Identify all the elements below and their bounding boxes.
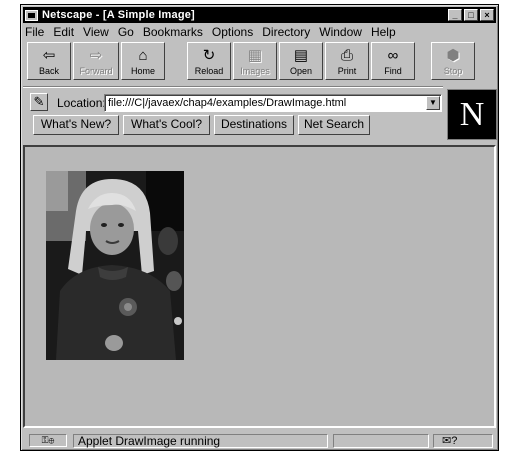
forward-arrow-icon: ⇨ (89, 47, 103, 64)
maximize-button[interactable]: □ (464, 9, 478, 21)
status-bar: ⚿⊕ Applet DrawImage running ✉? (23, 433, 496, 449)
netscape-app-icon[interactable] (25, 9, 38, 21)
menu-bar: File Edit View Go Bookmarks Options Dire… (25, 25, 494, 39)
security-key-icon[interactable]: ⚿⊕ (29, 434, 67, 447)
chevron-down-icon: ▼ (429, 98, 437, 107)
printer-icon: ⎙ (340, 47, 353, 64)
net-search-button[interactable]: Net Search (298, 115, 370, 135)
images-button[interactable]: ▦ Images (233, 42, 277, 80)
house-icon: ⌂ (138, 47, 148, 64)
back-arrow-icon: ⇦ (42, 47, 56, 64)
images-icon: ▦ (247, 47, 263, 64)
find-button[interactable]: ∞ Find (371, 42, 415, 80)
location-label: Location: (57, 96, 106, 110)
bookmark-page-icon[interactable]: ✎ (30, 93, 48, 111)
title-bar[interactable]: Netscape - [A Simple Image] _ □ × (23, 7, 496, 23)
menu-help[interactable]: Help (371, 25, 396, 39)
location-input[interactable]: file:///C|/javaex/chap4/examples/DrawIma… (104, 94, 442, 112)
mail-icon[interactable]: ✉? (433, 434, 493, 448)
netscape-logo[interactable]: N (447, 89, 497, 140)
reload-button[interactable]: ↻ Reload (187, 42, 231, 80)
forward-button[interactable]: ⇨ Forward (73, 42, 119, 80)
open-button[interactable]: ▤ Open (279, 42, 323, 80)
navigation-toolbar: ⇦ Back ⇨ Forward ⌂ Home ↻ Reload ▦ Image… (27, 42, 475, 82)
stop-button[interactable]: ⬢ Stop (431, 42, 475, 80)
whats-cool-button[interactable]: What's Cool? (123, 115, 210, 135)
toolbar-divider (23, 86, 443, 88)
close-button[interactable]: × (480, 9, 494, 21)
destinations-button[interactable]: Destinations (214, 115, 294, 135)
reload-icon: ↻ (202, 47, 216, 64)
binoculars-icon: ∞ (387, 47, 399, 64)
child-photo (46, 171, 184, 360)
back-button[interactable]: ⇦ Back (27, 42, 71, 80)
menu-file[interactable]: File (25, 25, 44, 39)
menu-go[interactable]: Go (118, 25, 134, 39)
menu-view[interactable]: View (83, 25, 109, 39)
page-content-area[interactable] (23, 145, 496, 428)
stop-sign-icon: ⬢ (446, 47, 460, 64)
menu-options[interactable]: Options (212, 25, 253, 39)
status-text: Applet DrawImage running (73, 434, 328, 448)
browser-window: Netscape - [A Simple Image] _ □ × File E… (20, 4, 499, 451)
whats-new-button[interactable]: What's New? (33, 115, 119, 135)
menu-directory[interactable]: Directory (262, 25, 310, 39)
home-button[interactable]: ⌂ Home (121, 42, 165, 80)
location-dropdown-button[interactable]: ▼ (426, 96, 440, 110)
progress-indicator (333, 434, 429, 448)
minimize-button[interactable]: _ (448, 9, 462, 21)
window-title: Netscape - [A Simple Image] (42, 9, 195, 21)
menu-window[interactable]: Window (319, 25, 362, 39)
menu-bookmarks[interactable]: Bookmarks (143, 25, 203, 39)
menu-edit[interactable]: Edit (53, 25, 74, 39)
print-button[interactable]: ⎙ Print (325, 42, 369, 80)
open-icon: ▤ (293, 47, 309, 64)
